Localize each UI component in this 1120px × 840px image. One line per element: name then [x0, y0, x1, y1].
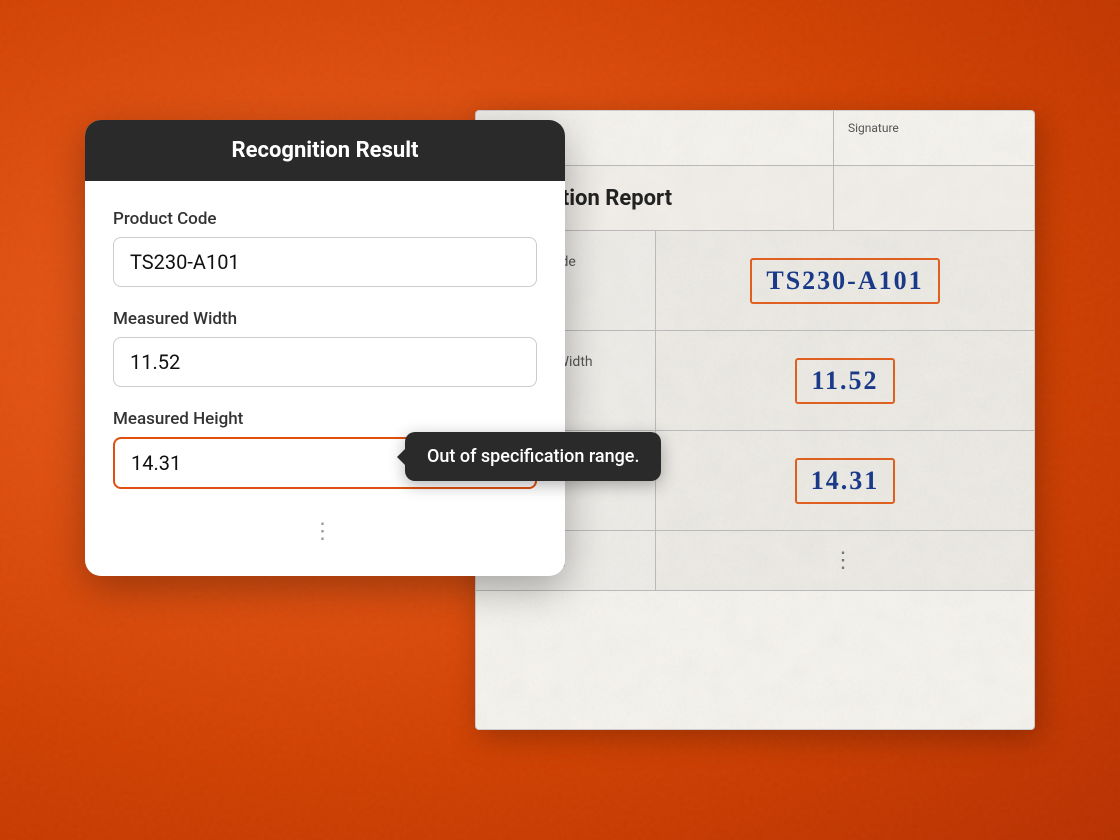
scene: Signature Inspection Report Product Code…: [85, 60, 1035, 780]
card-title: Recognition Result: [232, 138, 419, 163]
signature-label: Signature: [848, 121, 899, 135]
rpt-measured-height-value: 14.31: [795, 458, 896, 504]
measured-width-label: Measured Width: [113, 309, 537, 329]
tooltip-text: Out of specification range.: [427, 446, 639, 467]
product-code-input[interactable]: TS230-A101: [113, 237, 537, 287]
card-body: Product Code TS230-A101 Measured Width 1…: [85, 181, 565, 576]
product-code-wrapper: TS230-A101: [113, 237, 537, 287]
card-dots: ⋮: [113, 511, 537, 556]
product-code-label: Product Code: [113, 209, 537, 229]
measured-width-input[interactable]: 11.52: [113, 337, 537, 387]
product-code-group: Product Code TS230-A101: [113, 209, 537, 287]
recognition-card: Recognition Result Product Code TS230-A1…: [85, 120, 565, 576]
rpt-measured-width-value: 11.52: [795, 358, 894, 404]
measured-height-label: Measured Height: [113, 409, 537, 429]
measured-width-wrapper: 11.52: [113, 337, 537, 387]
card-header: Recognition Result: [85, 120, 565, 181]
report-dots-right: ⋮: [832, 548, 858, 573]
rpt-product-code-value: TS230-A101: [750, 258, 939, 304]
tooltip: Out of specification range.: [405, 432, 661, 481]
measured-width-group: Measured Width 11.52: [113, 309, 537, 387]
